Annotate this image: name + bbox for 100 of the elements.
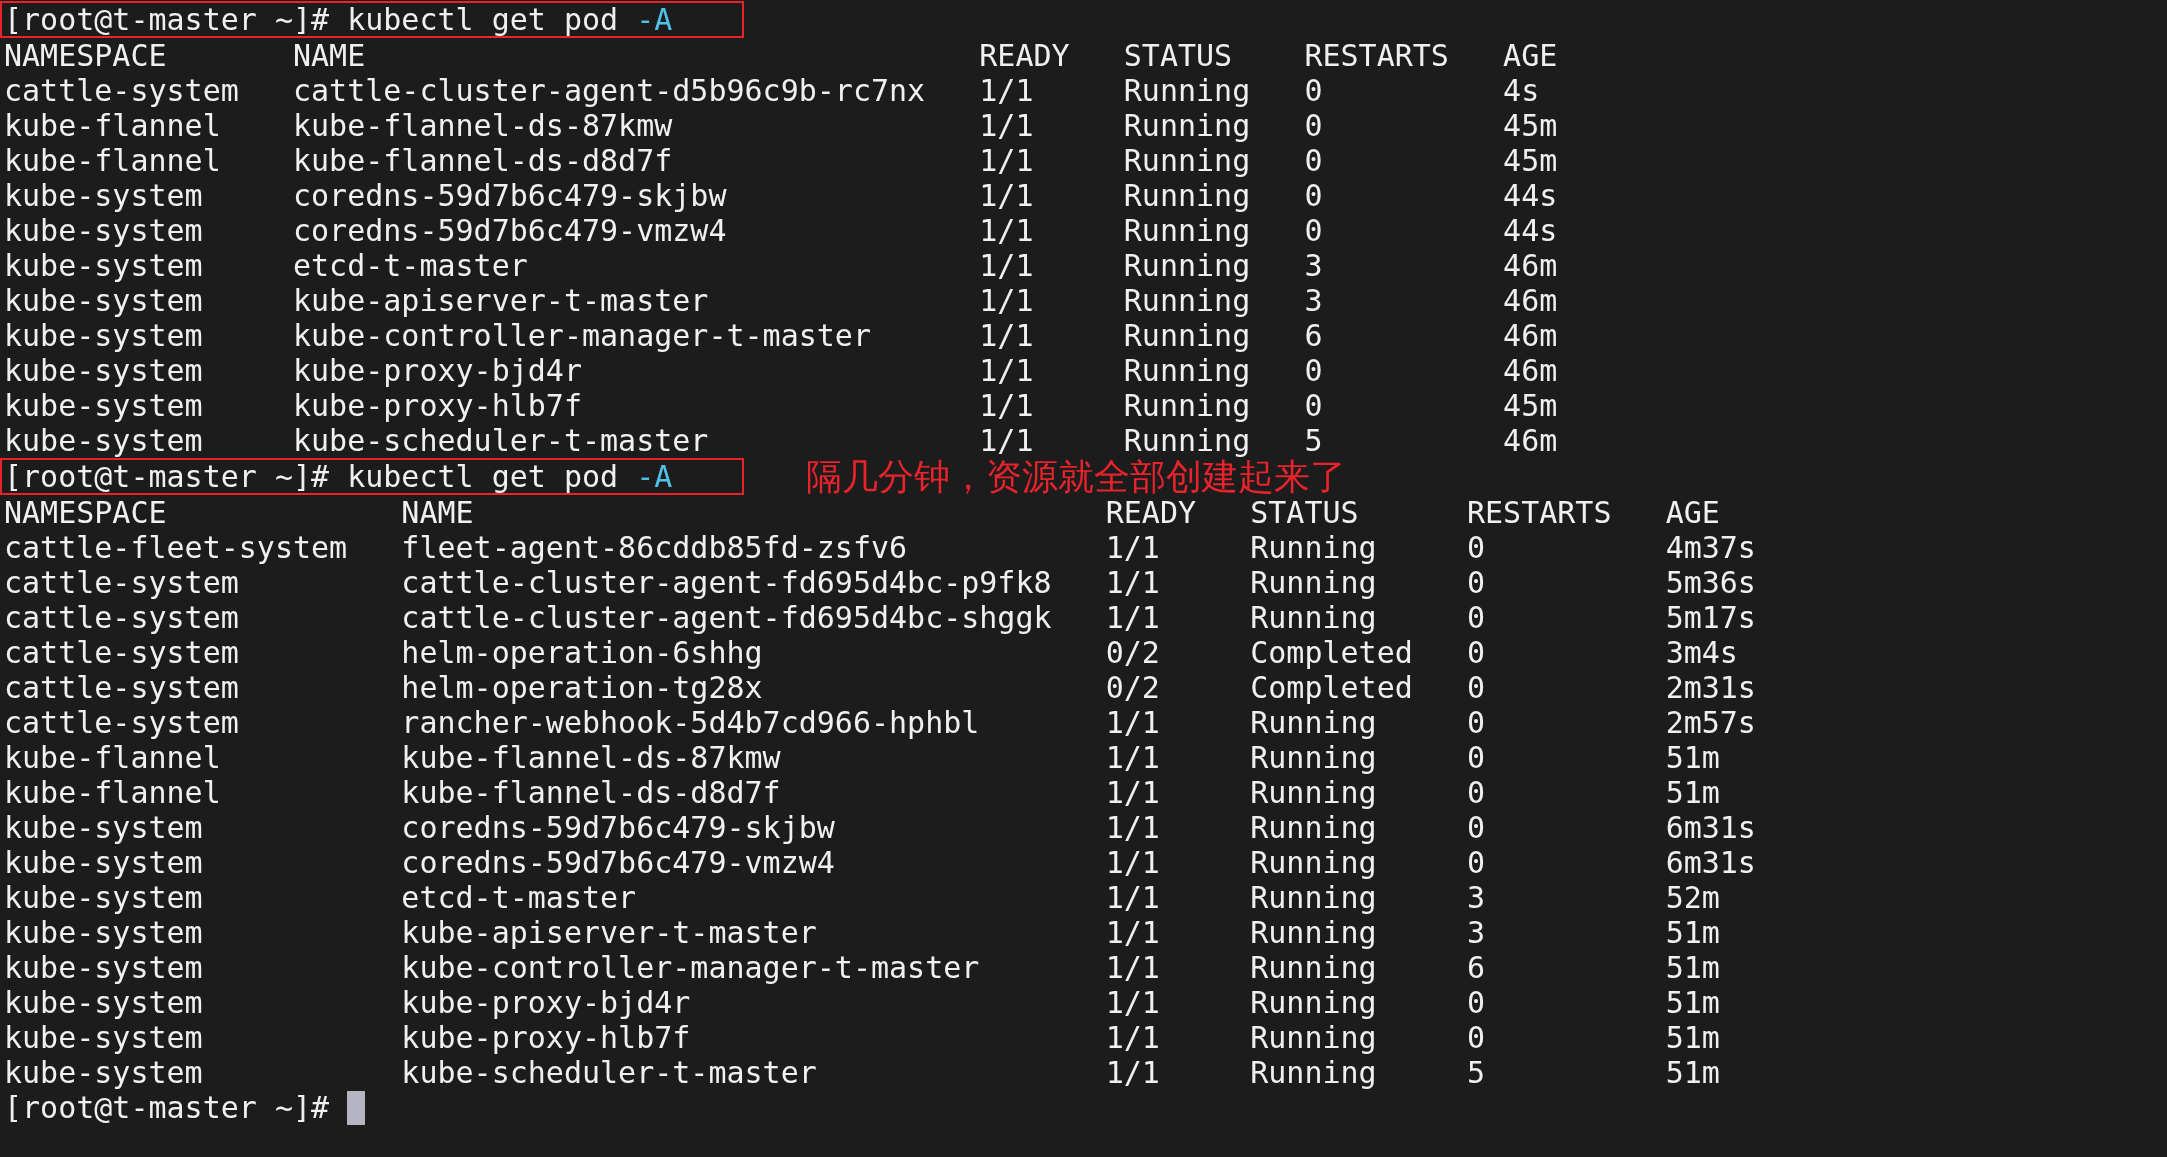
table-cell-text: kube-system bbox=[4, 248, 204, 283]
table-cell-text: kube-scheduler-t-master bbox=[401, 1055, 818, 1090]
table-cell-text: kube-system bbox=[4, 985, 204, 1020]
table-cell: Completed bbox=[1250, 635, 1413, 670]
table-cell-text: 1/1 bbox=[979, 248, 1035, 283]
table-cell-text: coredns-59d7b6c479-vmzw4 bbox=[293, 213, 728, 248]
table-cell: 45m bbox=[1503, 108, 1558, 143]
table-cell-text: 0 bbox=[1466, 740, 1486, 775]
table-cell-text: kube-system bbox=[4, 845, 204, 880]
column-header: NAMESPACE bbox=[4, 38, 168, 73]
table-cell-text: kube-flannel-ds-d8d7f bbox=[401, 775, 782, 810]
table-cell-text: Running bbox=[1250, 915, 1378, 950]
table-cell: Running bbox=[1123, 318, 1251, 353]
table-cell: 46m bbox=[1503, 423, 1558, 458]
table-cell-text: 0 bbox=[1466, 635, 1486, 670]
table-cell: Completed bbox=[1250, 670, 1413, 705]
table-cell-text: kube-controller-manager-t-master bbox=[401, 950, 981, 985]
table-cell-text: fleet-agent-86cddb85fd-zsfv6 bbox=[401, 530, 909, 565]
column-header: READY bbox=[1105, 495, 1197, 530]
table-cell-text: Running bbox=[1250, 880, 1378, 915]
table-cell-text: 0 bbox=[1466, 810, 1486, 845]
table-cell-text: kube-system bbox=[4, 353, 204, 388]
table-cell-text: 1/1 bbox=[979, 73, 1035, 108]
table-cell: Running bbox=[1123, 353, 1251, 388]
table-cell-text: 52m bbox=[1665, 880, 1721, 915]
table-cell: 46m bbox=[1503, 283, 1558, 318]
table-cell-text: 0 bbox=[1304, 108, 1324, 143]
table-cell: cattle-cluster-agent-d5b96c9b-rc7nx bbox=[293, 73, 926, 108]
table-cell-text: 0 bbox=[1466, 670, 1486, 705]
table-cell-text: 51m bbox=[1665, 950, 1721, 985]
table-cell-text: 1/1 bbox=[1105, 1020, 1161, 1055]
column-header: READY bbox=[979, 38, 1070, 73]
table-cell-text: Running bbox=[1250, 530, 1378, 565]
table-cell: cattle-fleet-system bbox=[4, 530, 348, 565]
table-cell-text: cattle-system bbox=[4, 600, 240, 635]
table-cell: Running bbox=[1123, 108, 1251, 143]
table-cell-text: 1/1 bbox=[1105, 915, 1161, 950]
table-cell-text: 0 bbox=[1304, 143, 1324, 178]
table-cell-text: kube-system bbox=[4, 213, 204, 248]
table-cell-text: coredns-59d7b6c479-skjbw bbox=[401, 810, 836, 845]
table-cell-text: 1/1 bbox=[979, 108, 1035, 143]
table-cell-text: coredns-59d7b6c479-vmzw4 bbox=[401, 845, 836, 880]
table-cell-text: 51m bbox=[1665, 1020, 1721, 1055]
table-cell-text: 0 bbox=[1466, 845, 1486, 880]
table-cell-text: kube-flannel-ds-87kmw bbox=[401, 740, 782, 775]
table-cell: 6m31s bbox=[1665, 845, 1756, 880]
table-cell-text: 3 bbox=[1304, 283, 1324, 318]
table-cell-text: 0 bbox=[1466, 1020, 1486, 1055]
table-cell-text: Running bbox=[1250, 1055, 1378, 1090]
table-cell-text: 51m bbox=[1665, 985, 1721, 1020]
table-cell-text: Running bbox=[1250, 810, 1378, 845]
table-cell-text: 5 bbox=[1466, 1055, 1486, 1090]
table-cell-text: 1/1 bbox=[1105, 985, 1161, 1020]
table-cell-text: helm-operation-6shhg bbox=[401, 635, 764, 670]
table-cell-text: 6 bbox=[1466, 950, 1486, 985]
table-cell-text: 3 bbox=[1466, 915, 1486, 950]
table-cell-text: 1/1 bbox=[979, 353, 1035, 388]
table-cell-text: 1/1 bbox=[1105, 1055, 1161, 1090]
table-cell-text: cattle-system bbox=[4, 565, 240, 600]
table-cell-text: 0 bbox=[1466, 985, 1486, 1020]
table-cell-text: 1/1 bbox=[979, 388, 1035, 423]
table-cell: Running bbox=[1123, 283, 1251, 318]
table-cell-text: 1/1 bbox=[1105, 600, 1161, 635]
table-cell: Running bbox=[1123, 143, 1251, 178]
table-cell-text: kube-controller-manager-t-master bbox=[293, 318, 872, 353]
table-cell-text: 51m bbox=[1665, 775, 1721, 810]
table-cell-text: 1/1 bbox=[1105, 845, 1161, 880]
table-cell-text: 1/1 bbox=[1105, 530, 1161, 565]
table-cell-text: kube-flannel-ds-87kmw bbox=[293, 108, 674, 143]
table-cell-text: 0 bbox=[1466, 775, 1486, 810]
table-cell-text: etcd-t-master bbox=[401, 880, 638, 915]
table-cell-text: 51m bbox=[1665, 1055, 1721, 1090]
table-cell-text: kube-system bbox=[4, 880, 204, 915]
table-cell-text: etcd-t-master bbox=[293, 248, 529, 283]
column-header: NAME bbox=[293, 38, 367, 73]
table-cell-text: kube-system bbox=[4, 1020, 204, 1055]
table-cell-text: 0/2 bbox=[1105, 635, 1161, 670]
table-cell: cattle-system bbox=[4, 73, 239, 108]
table-cell-text: 0 bbox=[1304, 353, 1324, 388]
table-cell-text: 1/1 bbox=[1105, 880, 1161, 915]
table-cell-text: kube-proxy-bjd4r bbox=[293, 353, 583, 388]
table-cell-text: cattle-system bbox=[4, 705, 240, 740]
table-cell-text: 0 bbox=[1304, 213, 1324, 248]
table-cell: cattle-cluster-agent-fd695d4bc-p9fk8 bbox=[401, 565, 1052, 600]
table-cell-text: cattle-system bbox=[4, 670, 240, 705]
table-cell: 5m17s bbox=[1665, 600, 1756, 635]
table-cell-text: kube-system bbox=[4, 388, 204, 423]
table-cell-text: Running bbox=[1250, 845, 1378, 880]
table-cell-text: Running bbox=[1250, 985, 1378, 1020]
table-cell-text: kube-flannel bbox=[4, 775, 222, 810]
table-cell-text: kube-system bbox=[4, 810, 204, 845]
table-cell-text: kube-system bbox=[4, 1055, 204, 1090]
annotation-text: 隔几分钟，资源就全部创建起来了 bbox=[806, 459, 1347, 494]
table-cell-text: kube-flannel-ds-d8d7f bbox=[293, 143, 674, 178]
table-cell-text: coredns-59d7b6c479-skjbw bbox=[293, 178, 728, 213]
table-cell: 44s bbox=[1503, 213, 1558, 248]
column-header: RESTARTS bbox=[1304, 38, 1449, 73]
table-cell-text: 3 bbox=[1466, 880, 1486, 915]
table-cell-text: 3 bbox=[1304, 248, 1324, 283]
table-cell-text: 1/1 bbox=[1105, 740, 1161, 775]
